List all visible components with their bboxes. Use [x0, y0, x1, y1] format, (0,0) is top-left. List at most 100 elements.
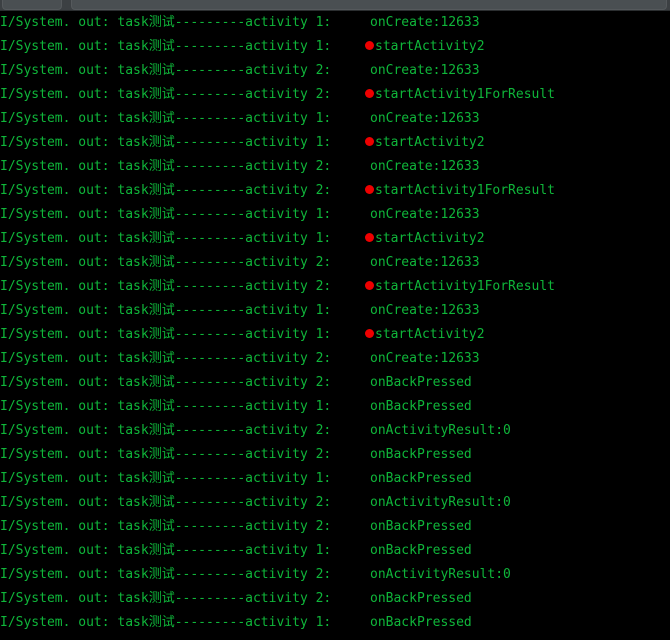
log-line-prefix: I/System. out: task测试---------: [0, 471, 246, 486]
log-line-prefix: I/System. out: task测试---------: [0, 303, 246, 318]
toolbar-chip-left[interactable]: [2, 0, 62, 10]
log-line[interactable]: I/System. out: task测试---------activity 2…: [0, 251, 670, 275]
log-line-message-column: onBackPressed: [365, 515, 472, 539]
log-line[interactable]: I/System. out: task测试---------activity 1…: [0, 611, 670, 635]
breakpoint-marker-icon[interactable]: [365, 89, 374, 98]
log-line-prefix: I/System. out: task测试---------: [0, 279, 246, 294]
log-line-message: onCreate:12633: [370, 111, 480, 126]
log-line[interactable]: I/System. out: task测试---------activity 2…: [0, 347, 670, 371]
log-line-prefix: I/System. out: task测试---------: [0, 207, 246, 222]
logcat-toolbar-strip: [0, 0, 670, 11]
log-line-prefix: I/System. out: task测试---------: [0, 135, 246, 150]
log-line-activity-tag: activity 2:: [245, 519, 332, 534]
log-line[interactable]: I/System. out: task测试---------activity 2…: [0, 275, 670, 299]
log-line-message: startActivity1ForResult: [375, 183, 556, 198]
breakpoint-marker-icon[interactable]: [365, 281, 374, 290]
log-line[interactable]: I/System. out: task测试---------activity 2…: [0, 587, 670, 611]
log-line-activity-tag: activity 1:: [245, 543, 332, 558]
log-line[interactable]: I/System. out: task测试---------activity 2…: [0, 155, 670, 179]
log-line-message: onBackPressed: [370, 375, 472, 390]
log-line-message-column: onCreate:12633: [365, 107, 480, 131]
log-line-message-column: onBackPressed: [365, 443, 472, 467]
log-line-prefix: I/System. out: task测试---------: [0, 615, 246, 630]
log-line-message-column: onBackPressed: [365, 611, 472, 635]
log-line[interactable]: I/System. out: task测试---------activity 1…: [0, 203, 670, 227]
log-line-prefix: I/System. out: task测试---------: [0, 87, 246, 102]
log-line-message: onBackPressed: [370, 447, 472, 462]
log-line-message: onBackPressed: [370, 615, 472, 630]
log-line[interactable]: I/System. out: task测试---------activity 1…: [0, 299, 670, 323]
log-line-prefix: I/System. out: task测试---------: [0, 351, 246, 366]
log-line-message: onActivityResult:0: [370, 495, 511, 510]
logcat-output-console[interactable]: I/System. out: task测试---------activity 1…: [0, 11, 670, 640]
log-line[interactable]: I/System. out: task测试---------activity 1…: [0, 323, 670, 347]
log-line-activity-tag: activity 1:: [245, 111, 332, 126]
log-line-message-column: startActivity1ForResult: [365, 83, 555, 107]
log-line-message: onBackPressed: [370, 543, 472, 558]
log-line-message: onActivityResult:0: [370, 567, 511, 582]
log-line-prefix: I/System. out: task测试---------: [0, 159, 246, 174]
log-line-message-column: onCreate:12633: [365, 203, 480, 227]
log-line-activity-tag: activity 1:: [245, 327, 332, 342]
log-line-activity-tag: activity 2:: [245, 279, 332, 294]
log-line-message: onCreate:12633: [370, 255, 480, 270]
log-line-message: onCreate:12633: [370, 303, 480, 318]
log-line-message-column: onCreate:12633: [365, 11, 480, 35]
breakpoint-marker-icon[interactable]: [365, 137, 374, 146]
log-line-message: onCreate:12633: [370, 15, 480, 30]
toolbar-chip-right[interactable]: [71, 0, 667, 10]
log-line[interactable]: I/System. out: task测试---------activity 1…: [0, 131, 670, 155]
log-line-message: onCreate:12633: [370, 159, 480, 174]
log-line[interactable]: I/System. out: task测试---------activity 1…: [0, 467, 670, 491]
log-line[interactable]: I/System. out: task测试---------activity 2…: [0, 515, 670, 539]
log-line[interactable]: I/System. out: task测试---------activity 1…: [0, 395, 670, 419]
log-line-message-column: startActivity1ForResult: [365, 179, 555, 203]
log-line-message-column: onActivityResult:0: [365, 563, 511, 587]
log-line-message-column: startActivity2: [365, 35, 485, 59]
log-line-message: startActivity2: [375, 135, 485, 150]
log-line-activity-tag: activity 1:: [245, 399, 332, 414]
log-line[interactable]: I/System. out: task测试---------activity 2…: [0, 59, 670, 83]
log-line-activity-tag: activity 2:: [245, 375, 332, 390]
log-line-prefix: I/System. out: task测试---------: [0, 15, 246, 30]
log-line-message-column: startActivity2: [365, 323, 485, 347]
log-line-prefix: I/System. out: task测试---------: [0, 255, 246, 270]
log-line-activity-tag: activity 2:: [245, 183, 332, 198]
log-line-activity-tag: activity 2:: [245, 159, 332, 174]
log-line-message: onActivityResult:0: [370, 423, 511, 438]
log-line[interactable]: I/System. out: task测试---------activity 2…: [0, 443, 670, 467]
log-line[interactable]: I/System. out: task测试---------activity 2…: [0, 83, 670, 107]
log-line-activity-tag: activity 2:: [245, 63, 332, 78]
log-line[interactable]: I/System. out: task测试---------activity 1…: [0, 107, 670, 131]
log-line-prefix: I/System. out: task测试---------: [0, 495, 246, 510]
log-line-message: startActivity2: [375, 39, 485, 54]
log-line[interactable]: I/System. out: task测试---------activity 2…: [0, 371, 670, 395]
log-line-activity-tag: activity 1:: [245, 231, 332, 246]
log-line-message: onCreate:12633: [370, 351, 480, 366]
breakpoint-marker-icon[interactable]: [365, 185, 374, 194]
log-line[interactable]: I/System. out: task测试---------activity 2…: [0, 491, 670, 515]
log-line-message: onBackPressed: [370, 399, 472, 414]
log-line-message-column: onBackPressed: [365, 587, 472, 611]
log-line-message-column: startActivity1ForResult: [365, 275, 555, 299]
log-line-prefix: I/System. out: task测试---------: [0, 375, 246, 390]
log-line[interactable]: I/System. out: task测试---------activity 2…: [0, 419, 670, 443]
log-line-message-column: startActivity2: [365, 227, 485, 251]
log-line-message-column: startActivity2: [365, 131, 485, 155]
log-line[interactable]: I/System. out: task测试---------activity 1…: [0, 11, 670, 35]
log-line-activity-tag: activity 2:: [245, 423, 332, 438]
log-line[interactable]: I/System. out: task测试---------activity 1…: [0, 35, 670, 59]
log-line[interactable]: I/System. out: task测试---------activity 2…: [0, 179, 670, 203]
log-line[interactable]: I/System. out: task测试---------activity 1…: [0, 227, 670, 251]
log-line-message: onBackPressed: [370, 471, 472, 486]
log-line-activity-tag: activity 1:: [245, 39, 332, 54]
breakpoint-marker-icon[interactable]: [365, 329, 374, 338]
breakpoint-marker-icon[interactable]: [365, 41, 374, 50]
log-line-activity-tag: activity 1:: [245, 15, 332, 30]
log-line-activity-tag: activity 2:: [245, 87, 332, 102]
log-line[interactable]: I/System. out: task测试---------activity 1…: [0, 539, 670, 563]
log-line[interactable]: I/System. out: task测试---------activity 2…: [0, 563, 670, 587]
breakpoint-marker-icon[interactable]: [365, 233, 374, 242]
log-line-message: onBackPressed: [370, 519, 472, 534]
log-line-activity-tag: activity 1:: [245, 615, 332, 630]
